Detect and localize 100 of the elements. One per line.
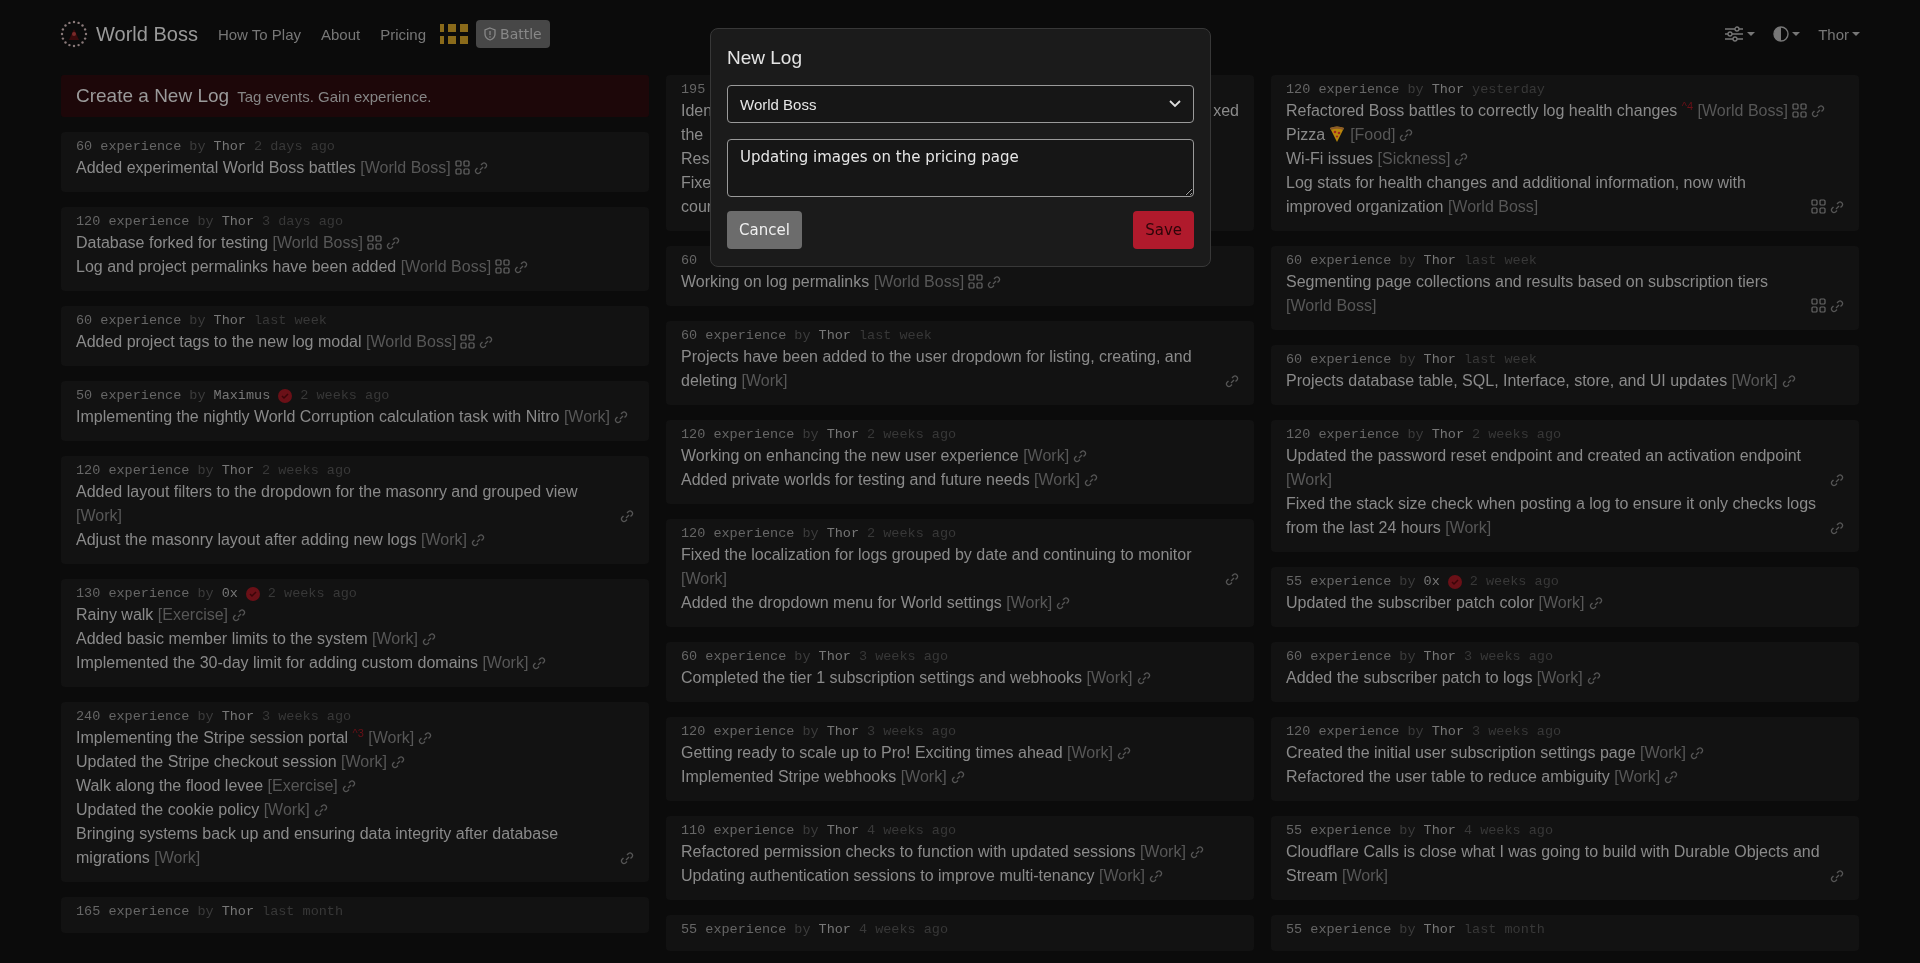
pizza-icon	[1329, 126, 1346, 142]
experience-label: 120 experience	[1286, 426, 1400, 444]
link-icon[interactable]	[1225, 374, 1239, 388]
author-name[interactable]: Thor	[1423, 351, 1456, 369]
author-name[interactable]: Thor	[1431, 426, 1465, 444]
experience-label: 120 experience	[681, 426, 795, 444]
link-icon[interactable]	[1399, 128, 1414, 142]
link-icon[interactable]	[1454, 152, 1469, 166]
link-icon[interactable]	[471, 533, 486, 547]
caret-icon	[1792, 32, 1801, 36]
entry-text: Updated the cookie policy [Work]	[76, 800, 310, 820]
grid-icon[interactable]	[968, 274, 984, 289]
link-icon[interactable]	[1586, 671, 1601, 685]
link-icon[interactable]	[1689, 746, 1704, 760]
author-name[interactable]: Thor	[221, 462, 255, 480]
link-icon[interactable]	[232, 608, 247, 622]
link-icon[interactable]	[1830, 521, 1844, 535]
nav-link[interactable]: How To Play	[217, 25, 301, 43]
link-icon[interactable]	[479, 335, 494, 349]
link-icon[interactable]	[1056, 596, 1071, 610]
author-name[interactable]: Thor	[221, 903, 255, 921]
link-icon[interactable]	[620, 509, 634, 523]
author-name[interactable]: Thor	[1423, 252, 1456, 270]
link-icon[interactable]	[1830, 869, 1844, 883]
nav-link[interactable]: About	[321, 25, 361, 43]
link-icon[interactable]	[1830, 473, 1844, 487]
project-select[interactable]: World Boss	[727, 85, 1194, 123]
author-name[interactable]: Thor	[826, 525, 860, 543]
link-icon[interactable]	[1781, 374, 1796, 388]
link-icon[interactable]	[1588, 596, 1603, 610]
author-name[interactable]: Thor	[213, 312, 246, 330]
battle-button[interactable]: Battle	[476, 20, 550, 48]
link-icon[interactable]	[385, 236, 400, 250]
link-icon[interactable]	[1830, 299, 1844, 313]
cancel-button[interactable]: Cancel	[727, 211, 802, 249]
theme-dropdown[interactable]	[1773, 26, 1801, 42]
author-name[interactable]: Thor	[826, 822, 860, 840]
author-name[interactable]: Thor	[213, 138, 246, 156]
author-name[interactable]: Thor	[818, 327, 851, 345]
link-icon[interactable]	[1810, 104, 1825, 118]
link-icon[interactable]	[422, 632, 437, 646]
link-icon[interactable]	[1189, 845, 1204, 859]
author-name[interactable]: Thor	[221, 213, 255, 231]
link-icon[interactable]	[341, 779, 356, 793]
entry-text: Updated the Stripe checkout session [Work]	[76, 752, 387, 772]
author-name[interactable]: Thor	[818, 648, 851, 666]
entry-text: Refactored Boss battles to correctly log health changes $^{^4}$ [World Boss]	[1286, 99, 1788, 121]
author-name[interactable]: Thor	[818, 921, 851, 939]
entry-text: Created the initial user subscription settings page [Work]	[1286, 743, 1686, 763]
grid-icon[interactable]	[1811, 199, 1826, 214]
link-icon[interactable]	[620, 851, 634, 865]
brand-name[interactable]: World Boss	[96, 22, 198, 46]
user-menu[interactable]: Thor	[1818, 25, 1860, 43]
link-icon[interactable]	[532, 656, 547, 670]
grid-icon[interactable]	[460, 334, 476, 349]
link-icon[interactable]	[1116, 746, 1131, 760]
link-icon[interactable]	[1830, 200, 1844, 214]
author-name[interactable]: Thor	[826, 426, 860, 444]
author-name[interactable]: 0x	[1423, 573, 1440, 591]
nav-link[interactable]: Pricing	[380, 25, 427, 43]
grid-icon[interactable]	[454, 160, 470, 175]
author-name[interactable]: Thor	[1423, 822, 1456, 840]
link-icon[interactable]	[514, 260, 529, 274]
experience-label: 120 experience	[76, 462, 190, 480]
grid-icon[interactable]	[366, 235, 382, 250]
logo-icon	[60, 20, 88, 48]
link-icon[interactable]	[987, 275, 1002, 289]
author-name[interactable]: Thor	[1423, 648, 1456, 666]
link-icon[interactable]	[1148, 869, 1163, 883]
entry-text: Updating authentication sessions to improve multi-tenancy [Work]	[681, 866, 1145, 886]
link-icon[interactable]	[1136, 671, 1151, 685]
save-button[interactable]: Save	[1133, 211, 1194, 249]
grid-icon[interactable]	[1791, 103, 1807, 118]
link-icon[interactable]	[391, 755, 405, 769]
entry-text: Added the subscriber patch to logs [Work]	[1286, 668, 1583, 688]
entry-text: Added experimental World Boss battles [World Boss]	[76, 158, 451, 178]
link-icon[interactable]	[613, 410, 628, 424]
experience-label: 240 experience	[76, 708, 190, 726]
link-icon[interactable]	[313, 803, 328, 817]
author-name[interactable]: Thor	[1431, 81, 1465, 99]
note-field[interactable]: Updating images on the pricing page	[727, 139, 1194, 197]
author-name[interactable]: Thor	[826, 723, 860, 741]
filter-dropdown[interactable]	[1724, 25, 1756, 43]
link-icon[interactable]	[1664, 770, 1679, 784]
link-icon[interactable]	[1073, 449, 1088, 463]
author-name[interactable]: Thor	[1423, 921, 1456, 939]
link-icon[interactable]	[1225, 572, 1239, 586]
author-name[interactable]: Maximus	[213, 387, 271, 405]
link-icon[interactable]	[418, 731, 433, 745]
link-icon[interactable]	[1084, 473, 1099, 487]
experience-label: 130 experience	[76, 585, 190, 603]
author-name[interactable]: 0x	[221, 585, 238, 603]
author-name[interactable]: Thor	[221, 708, 255, 726]
author-name[interactable]: Thor	[1431, 723, 1465, 741]
tag-label[interactable]: [Food]	[1350, 123, 1396, 147]
grid-icon[interactable]	[495, 259, 511, 274]
link-icon[interactable]	[473, 161, 488, 175]
link-icon[interactable]	[950, 770, 965, 784]
entry-text: Added the dropdown menu for World settings [Work]	[681, 593, 1053, 613]
grid-icon[interactable]	[1811, 298, 1826, 313]
